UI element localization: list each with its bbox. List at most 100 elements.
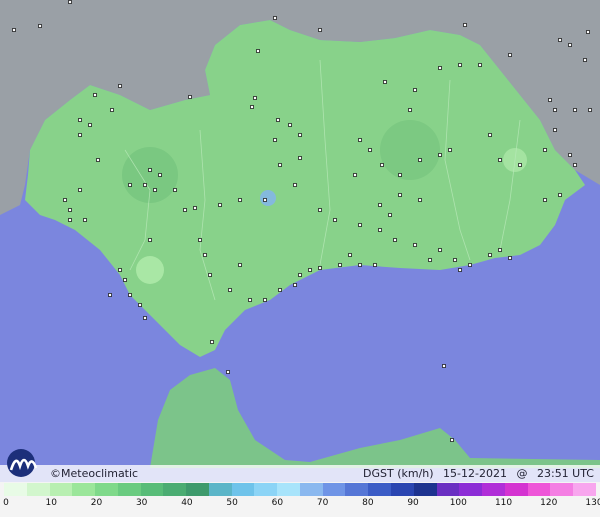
weather-station-marker[interactable] [288, 123, 292, 127]
weather-station-marker[interactable] [508, 53, 512, 57]
weather-station-marker[interactable] [78, 188, 82, 192]
weather-station-marker[interactable] [298, 133, 302, 137]
weather-station-marker[interactable] [253, 96, 257, 100]
weather-station-marker[interactable] [138, 303, 142, 307]
weather-station-marker[interactable] [273, 16, 277, 20]
weather-station-marker[interactable] [442, 364, 446, 368]
weather-station-marker[interactable] [308, 268, 312, 272]
weather-station-marker[interactable] [128, 293, 132, 297]
weather-station-marker[interactable] [238, 263, 242, 267]
weather-station-marker[interactable] [573, 108, 577, 112]
weather-station-marker[interactable] [118, 268, 122, 272]
weather-station-marker[interactable] [383, 80, 387, 84]
weather-station-marker[interactable] [358, 138, 362, 142]
weather-station-marker[interactable] [218, 203, 222, 207]
weather-station-marker[interactable] [256, 49, 260, 53]
weather-station-marker[interactable] [293, 183, 297, 187]
weather-station-marker[interactable] [68, 0, 72, 4]
weather-station-marker[interactable] [158, 173, 162, 177]
weather-station-marker[interactable] [148, 238, 152, 242]
weather-station-marker[interactable] [293, 283, 297, 287]
weather-station-marker[interactable] [93, 93, 97, 97]
weather-station-marker[interactable] [398, 193, 402, 197]
weather-station-marker[interactable] [553, 128, 557, 132]
weather-station-marker[interactable] [68, 208, 72, 212]
weather-station-marker[interactable] [498, 158, 502, 162]
weather-station-marker[interactable] [298, 273, 302, 277]
weather-station-marker[interactable] [453, 258, 457, 262]
weather-station-marker[interactable] [198, 238, 202, 242]
weather-station-marker[interactable] [248, 298, 252, 302]
weather-station-marker[interactable] [388, 213, 392, 217]
weather-station-marker[interactable] [548, 98, 552, 102]
weather-station-marker[interactable] [438, 66, 442, 70]
weather-station-marker[interactable] [273, 138, 277, 142]
weather-station-marker[interactable] [418, 198, 422, 202]
weather-station-marker[interactable] [96, 158, 100, 162]
weather-station-marker[interactable] [488, 133, 492, 137]
weather-station-marker[interactable] [478, 63, 482, 67]
weather-station-marker[interactable] [78, 133, 82, 137]
weather-station-marker[interactable] [543, 198, 547, 202]
weather-station-marker[interactable] [378, 203, 382, 207]
weather-station-marker[interactable] [12, 28, 16, 32]
weather-station-marker[interactable] [238, 198, 242, 202]
weather-station-marker[interactable] [173, 188, 177, 192]
weather-station-marker[interactable] [348, 253, 352, 257]
weather-station-marker[interactable] [228, 288, 232, 292]
weather-station-marker[interactable] [263, 198, 267, 202]
weather-station-marker[interactable] [263, 298, 267, 302]
weather-station-marker[interactable] [188, 95, 192, 99]
weather-station-marker[interactable] [468, 263, 472, 267]
weather-station-marker[interactable] [583, 58, 587, 62]
weather-station-marker[interactable] [333, 218, 337, 222]
weather-station-marker[interactable] [38, 24, 42, 28]
weather-station-marker[interactable] [543, 148, 547, 152]
weather-station-marker[interactable] [358, 223, 362, 227]
weather-station-marker[interactable] [318, 208, 322, 212]
weather-station-marker[interactable] [123, 278, 127, 282]
weather-station-marker[interactable] [128, 183, 132, 187]
weather-station-marker[interactable] [498, 248, 502, 252]
weather-station-marker[interactable] [83, 218, 87, 222]
weather-station-marker[interactable] [78, 118, 82, 122]
weather-station-marker[interactable] [358, 263, 362, 267]
weather-station-marker[interactable] [318, 28, 322, 32]
weather-station-marker[interactable] [353, 173, 357, 177]
weather-station-marker[interactable] [413, 88, 417, 92]
weather-station-marker[interactable] [398, 173, 402, 177]
weather-station-marker[interactable] [210, 340, 214, 344]
weather-station-marker[interactable] [393, 238, 397, 242]
weather-station-marker[interactable] [193, 206, 197, 210]
weather-station-marker[interactable] [63, 198, 67, 202]
weather-station-marker[interactable] [143, 316, 147, 320]
weather-station-marker[interactable] [276, 118, 280, 122]
weather-station-marker[interactable] [368, 148, 372, 152]
weather-station-marker[interactable] [418, 158, 422, 162]
weather-station-marker[interactable] [450, 438, 454, 442]
weather-station-marker[interactable] [573, 163, 577, 167]
weather-station-marker[interactable] [438, 153, 442, 157]
weather-station-marker[interactable] [463, 23, 467, 27]
weather-station-marker[interactable] [183, 208, 187, 212]
weather-station-marker[interactable] [448, 148, 452, 152]
weather-station-marker[interactable] [508, 256, 512, 260]
weather-station-marker[interactable] [558, 38, 562, 42]
weather-station-marker[interactable] [226, 370, 230, 374]
weather-station-marker[interactable] [203, 253, 207, 257]
weather-station-marker[interactable] [558, 193, 562, 197]
weather-station-marker[interactable] [380, 163, 384, 167]
weather-station-marker[interactable] [378, 228, 382, 232]
weather-station-marker[interactable] [108, 293, 112, 297]
weather-station-marker[interactable] [518, 163, 522, 167]
weather-station-marker[interactable] [110, 108, 114, 112]
weather-station-marker[interactable] [153, 188, 157, 192]
weather-station-marker[interactable] [278, 163, 282, 167]
weather-station-marker[interactable] [488, 253, 492, 257]
weather-station-marker[interactable] [373, 263, 377, 267]
weather-station-marker[interactable] [413, 243, 417, 247]
weather-station-marker[interactable] [438, 248, 442, 252]
weather-station-marker[interactable] [408, 108, 412, 112]
weather-station-marker[interactable] [318, 266, 322, 270]
weather-station-marker[interactable] [118, 84, 122, 88]
